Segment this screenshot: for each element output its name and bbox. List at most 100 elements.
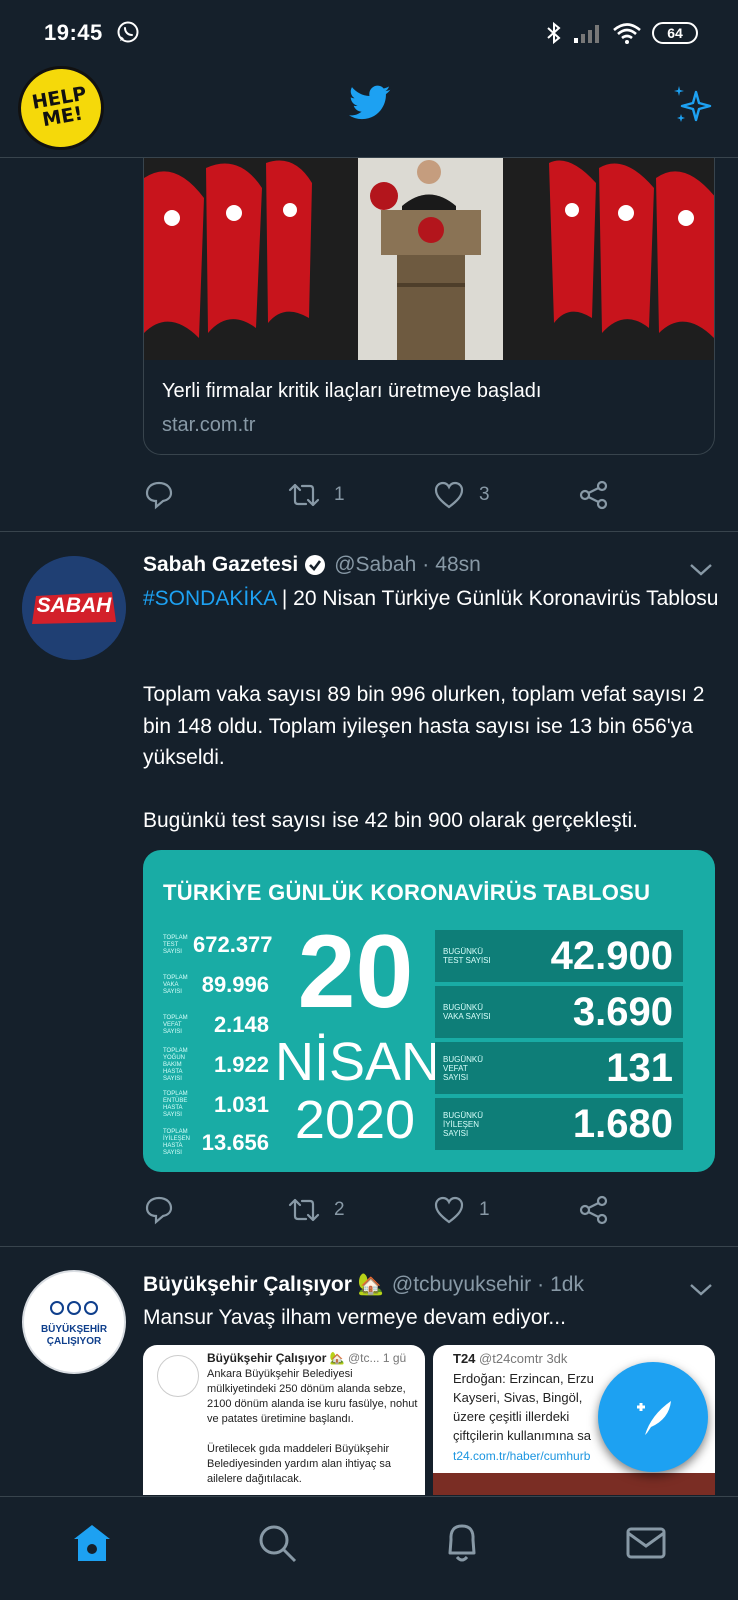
whatsapp-icon: [117, 21, 139, 43]
card-title: Yerli firmalar kritik ilaçları üretmeye …: [162, 380, 542, 402]
retweet-icon: [288, 1198, 320, 1222]
share-button[interactable]: [578, 1190, 610, 1230]
tweet-handle[interactable]: @Sabah: [334, 553, 416, 577]
row-value: 13.656: [201, 1130, 269, 1155]
covid-month: NİSAN: [275, 1032, 441, 1092]
row-value: 672.377: [193, 932, 273, 957]
tweet-handle[interactable]: @tcbuyuksehir: [392, 1273, 531, 1297]
link-card-info[interactable]: Yerli firmalar kritik ilaçları üretmeye …: [143, 360, 715, 455]
covid-left-row: TOPLAM YOĞUN BAKIM HASTA SAYISI 1.922: [163, 1048, 269, 1082]
avatar-line1: BÜYÜKŞEHİR: [40, 1324, 108, 1335]
status-icons: 64: [546, 20, 698, 46]
covid-today-row: BUGÜNKÜ TEST SAYISI 42.900: [435, 930, 683, 982]
like-button[interactable]: 1: [433, 1190, 490, 1230]
covid-table-image[interactable]: TÜRKİYE GÜNLÜK KORONAVİRÜS TABLOSU TOPLA…: [143, 850, 715, 1172]
reply-button[interactable]: [143, 1190, 175, 1230]
verified-badge-icon: [305, 555, 326, 575]
today-value: 131: [606, 1045, 673, 1090]
retweet-count: 1: [334, 484, 345, 505]
chevron-down-icon[interactable]: [688, 1276, 714, 1302]
tweet-actions: 1 3: [143, 475, 643, 515]
tweet-author-name[interactable]: Sabah Gazetesi: [143, 553, 298, 577]
row-label: TOPLAM İYİLEŞEN HASTA SAYISI: [163, 1129, 191, 1156]
like-count: 3: [479, 484, 490, 505]
covid-left-row: TOPLAM TEST SAYISI 672.377: [163, 930, 273, 960]
sparkle-icon[interactable]: [670, 84, 714, 128]
battery-indicator: 64: [652, 22, 698, 44]
avatar[interactable]: BÜYÜKŞEHİR ÇALIŞIYOR: [22, 1270, 126, 1374]
covid-left-row: TOPLAM VEFAT SAYISI 2.148: [163, 1010, 269, 1040]
thumb-time: 1 gü: [382, 1351, 407, 1365]
covid-table-title: TÜRKİYE GÜNLÜK KORONAVİRÜS TABLOSU: [163, 880, 651, 905]
today-value: 42.900: [550, 933, 673, 978]
thumb-image-strip: [433, 1473, 715, 1495]
reply-button[interactable]: [143, 475, 175, 515]
covid-today-row: BUGÜNKÜ VEFAT SAYISI 131: [435, 1042, 683, 1094]
retweet-icon: [288, 483, 320, 507]
thumb-header: Büyükşehir Çalışıyor 🏡 @tc... 1 gü: [207, 1351, 406, 1365]
heart-icon: [434, 1196, 464, 1224]
tweet-actions: 2 1: [143, 1190, 643, 1230]
retweet-button[interactable]: 1: [288, 475, 345, 515]
covid-today-row: BUGÜNKÜ VAKA SAYISI 3.690: [435, 986, 683, 1038]
row-value: 2.148: [213, 1012, 269, 1037]
today-label: BUGÜNKÜ VAKA SAYISI: [443, 1003, 491, 1021]
bluetooth-icon: [547, 21, 561, 45]
headline-text: | 20 Nisan Türkiye Günlük Koronavirüs Ta…: [276, 587, 719, 610]
chevron-down-icon[interactable]: [688, 556, 714, 582]
covid-year: 2020: [294, 1090, 416, 1150]
row-label: TOPLAM VEFAT SAYISI: [163, 1014, 188, 1035]
search-icon[interactable]: [255, 1521, 299, 1565]
row-label: TOPLAM VAKA SAYISI: [163, 974, 188, 995]
buyuksehir-logo-icon: [50, 1301, 98, 1315]
today-value: 1.680: [572, 1101, 673, 1146]
compose-tweet-button[interactable]: [598, 1362, 708, 1472]
status-bar: 19:45 64: [0, 0, 738, 62]
share-button[interactable]: [578, 475, 610, 515]
thumb-avatar: [157, 1355, 199, 1397]
app-header: HELP ME!: [0, 59, 738, 158]
like-button[interactable]: 3: [433, 475, 490, 515]
tweet-text: Mansur Yavaş ilham vermeye devam ediyor.…: [143, 1306, 566, 1329]
thumb-handle: @tc...: [348, 1351, 380, 1365]
notifications-icon[interactable]: [440, 1521, 484, 1565]
covid-today-row: BUGÜNKÜ İYİLEŞEN SAYISI 1.680: [435, 1098, 683, 1150]
twitter-bird-icon[interactable]: [349, 84, 391, 122]
reply-icon: [145, 1196, 173, 1225]
tweet-author-name[interactable]: Büyükşehir Çalışıyor 🏡: [143, 1273, 384, 1297]
tweet-divider: [0, 1246, 738, 1247]
covid-left-row: TOPLAM İYİLEŞEN HASTA SAYISI 13.656: [163, 1128, 269, 1158]
reply-icon: [145, 481, 173, 510]
tweet-header: Sabah Gazetesi @Sabah · 48sn: [143, 550, 481, 580]
row-label: TOPLAM TEST SAYISI: [163, 934, 188, 955]
quoted-image-1[interactable]: Büyükşehir Çalışıyor 🏡 @tc... 1 gü Ankar…: [143, 1345, 425, 1495]
share-icon: [579, 480, 608, 510]
thumb-time: 3dk: [546, 1351, 568, 1366]
thumb-handle: @t24comtr: [479, 1351, 543, 1366]
avatar[interactable]: SABAH: [22, 556, 126, 660]
retweet-button[interactable]: 2: [288, 1190, 345, 1230]
today-label: BUGÜNKÜ VEFAT SAYISI: [443, 1054, 484, 1082]
row-value: 1.922: [213, 1052, 269, 1077]
heart-icon: [434, 481, 464, 509]
thumb-link: t24.com.tr/haber/cumhurb: [453, 1449, 591, 1463]
hashtag-link[interactable]: #SONDAKİKA: [143, 587, 276, 610]
tweet-header: Büyükşehir Çalışıyor 🏡 @tcbuyuksehir · 1…: [143, 1270, 584, 1300]
podium-scene-image: [144, 158, 714, 360]
covid-left-row: TOPLAM VAKA SAYISI 89.996: [163, 970, 269, 1000]
tweet-body: Toplam vaka sayısı 89 bin 996 olurken, t…: [143, 683, 705, 832]
like-count: 1: [479, 1199, 490, 1220]
thumb-name: T24: [453, 1351, 476, 1366]
meta-dot: ·: [422, 553, 430, 576]
row-label: TOPLAM ENTÜBE HASTA SAYISI: [163, 1091, 188, 1118]
home-icon[interactable]: [70, 1521, 114, 1565]
covid-left-row: TOPLAM ENTÜBE HASTA SAYISI 1.031: [163, 1090, 269, 1120]
meta-dot: ·: [537, 1273, 545, 1296]
card-image[interactable]: [143, 158, 715, 360]
signal-icon: [574, 25, 599, 43]
bottom-nav: [0, 1496, 738, 1600]
messages-icon[interactable]: [624, 1521, 668, 1565]
today-label: BUGÜNKÜ İYİLEŞEN SAYISI: [443, 1110, 484, 1138]
thumb-header: T24 @t24comtr 3dk: [453, 1351, 567, 1366]
help-me-badge[interactable]: HELP ME!: [11, 59, 111, 157]
